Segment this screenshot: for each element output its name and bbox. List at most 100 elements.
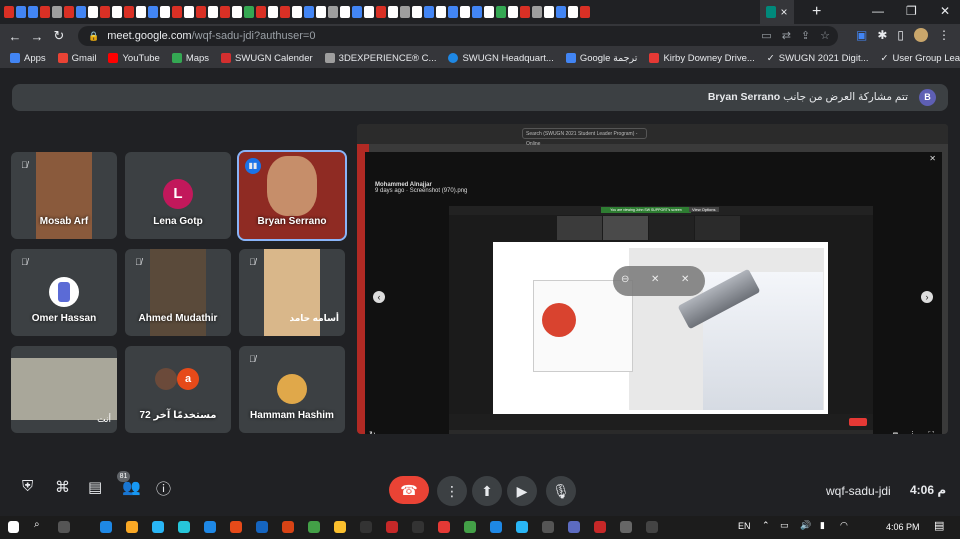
participant-tile-self[interactable]: أنت xyxy=(11,346,117,433)
app-icon[interactable] xyxy=(542,521,554,533)
tab-favicon[interactable] xyxy=(256,6,266,18)
app-icon[interactable] xyxy=(412,521,424,533)
camera-permission-icon[interactable]: ▭ xyxy=(761,29,771,42)
bookmark-user-group[interactable]: ✓User Group Leader... xyxy=(881,53,960,64)
tab-favicon[interactable] xyxy=(208,6,218,18)
activities-icon[interactable]: ⌘ xyxy=(55,478,70,496)
tab-favicon[interactable] xyxy=(196,6,206,18)
extension-icon[interactable]: ▣ xyxy=(856,28,867,42)
system-clock[interactable]: 4:06 PM xyxy=(886,522,920,532)
tab-favicon[interactable] xyxy=(172,6,182,18)
mic-off-icon[interactable]: ✕ xyxy=(651,274,659,285)
app-icon[interactable] xyxy=(490,521,502,533)
language-indicator[interactable]: EN xyxy=(738,521,751,531)
tab-favicon[interactable] xyxy=(244,6,254,18)
tab-favicon[interactable] xyxy=(448,6,458,18)
minimize-icon[interactable]: — xyxy=(872,4,884,18)
back-icon[interactable]: ← xyxy=(4,29,26,44)
tab-favicon[interactable] xyxy=(280,6,290,18)
tab-favicon[interactable] xyxy=(304,6,314,18)
tab-favicon[interactable] xyxy=(64,6,74,18)
solidworks-icon[interactable] xyxy=(386,521,398,533)
camera-icon[interactable]: ◙ xyxy=(893,430,898,434)
tab-favicon[interactable] xyxy=(436,6,446,18)
edge-icon[interactable] xyxy=(100,521,112,533)
bookmark-swugn-2021[interactable]: ✓ SWUGN 2021 Digit... xyxy=(767,53,869,64)
zoom-app-icon[interactable] xyxy=(204,521,216,533)
bookmark-apps[interactable]: Apps xyxy=(10,53,46,64)
search-icon[interactable]: ⌕ xyxy=(34,519,46,531)
volume-icon[interactable]: 🔊 xyxy=(800,520,811,531)
tab-favicon[interactable] xyxy=(412,6,422,18)
tab-favicon[interactable] xyxy=(316,6,326,18)
tab-favicon[interactable] xyxy=(520,6,530,18)
tab-favicon[interactable] xyxy=(220,6,230,18)
tab-favicon[interactable] xyxy=(460,6,470,18)
new-tab-button[interactable]: + xyxy=(812,3,821,21)
leave-call-button[interactable]: ☎ xyxy=(389,476,429,504)
chrome-icon[interactable] xyxy=(308,521,320,533)
shared-screen[interactable]: Search (SWUGN 2021 Student Leader Progra… xyxy=(357,124,948,434)
participant-tile[interactable]: 🎙̸ Mosab Arf xyxy=(11,152,117,239)
tab-favicon[interactable] xyxy=(544,6,554,18)
discord-icon[interactable] xyxy=(568,521,580,533)
tab-favicon[interactable] xyxy=(580,6,590,18)
bookmark-kirby[interactable]: Kirby Downey Drive... xyxy=(649,53,755,64)
tab-favicon[interactable] xyxy=(160,6,170,18)
battery-icon[interactable]: ▮ xyxy=(820,520,825,531)
tab-favicon[interactable] xyxy=(148,6,158,18)
bookmark-youtube[interactable]: YouTube xyxy=(108,53,160,64)
extensions-puzzle-icon[interactable]: ✱ xyxy=(877,28,887,42)
participant-tile[interactable]: L Lena Gotp xyxy=(125,152,231,239)
powerpoint-icon[interactable] xyxy=(230,521,242,533)
tab-favicon[interactable] xyxy=(484,6,494,18)
tab-favicon[interactable] xyxy=(532,6,542,18)
tab-favicon[interactable] xyxy=(4,6,14,18)
tab-favicons[interactable] xyxy=(0,0,760,24)
participant-tile-speaking[interactable]: ▮▮ Bryan Serrano xyxy=(237,150,347,241)
prev-arrow-icon[interactable]: ‹ xyxy=(373,291,385,303)
tab-favicon[interactable] xyxy=(364,6,374,18)
tab-favicon[interactable] xyxy=(124,6,134,18)
info-icon[interactable]: ⓘ xyxy=(156,478,171,499)
wifi-icon[interactable]: ◠ xyxy=(840,520,848,531)
profile-avatar[interactable] xyxy=(914,28,928,42)
tab-favicon[interactable] xyxy=(388,6,398,18)
bookmark-maps[interactable]: Maps xyxy=(171,53,209,64)
tab-favicon[interactable] xyxy=(556,6,566,18)
tab-favicon[interactable] xyxy=(424,6,434,18)
tray-chevron-icon[interactable]: ⌃ xyxy=(762,520,770,531)
participant-tile[interactable]: 🎙̸ Hammam Hashim xyxy=(239,346,345,433)
notifications-icon[interactable]: ▤ xyxy=(934,519,944,532)
restore-icon[interactable]: ❐ xyxy=(906,4,917,18)
host-controls-icon[interactable]: ⛨ xyxy=(22,478,33,495)
tab-favicon[interactable] xyxy=(292,6,302,18)
zoom-leave-button[interactable] xyxy=(849,418,867,426)
app-icon[interactable] xyxy=(360,521,372,533)
view-options-button[interactable]: View Options xyxy=(689,207,719,212)
tab-favicon[interactable] xyxy=(472,6,482,18)
bookmark-gmail[interactable]: Gmail xyxy=(57,53,96,64)
tab-favicon[interactable] xyxy=(88,6,98,18)
bookmark-swugn-calender[interactable]: SWUGN Calender xyxy=(221,53,313,64)
tab-favicon[interactable] xyxy=(400,6,410,18)
participant-tile[interactable]: 🎙̸ Ahmed Mudathir xyxy=(125,249,231,336)
tab-favicon[interactable] xyxy=(184,6,194,18)
tab-favicon[interactable] xyxy=(136,6,146,18)
more-options-button[interactable]: ⋮ xyxy=(437,476,467,506)
forward-icon[interactable]: → xyxy=(26,29,48,44)
settings-icon[interactable] xyxy=(620,521,632,533)
bookmark-3dexperience[interactable]: 3DEXPERIENCE® C... xyxy=(324,53,436,64)
security-icon[interactable] xyxy=(646,521,658,533)
chrome-active-icon[interactable] xyxy=(438,521,450,533)
rotate-icon[interactable]: ↻ xyxy=(369,430,376,434)
store-icon[interactable] xyxy=(178,521,190,533)
acrobat-icon[interactable] xyxy=(594,521,606,533)
participant-tile-others[interactable]: a 72 مستخدمًا آخر xyxy=(125,346,231,433)
mic-toggle-button[interactable]: 🎙 xyxy=(546,476,576,506)
telegram-icon[interactable] xyxy=(152,521,164,533)
tab-favicon[interactable] xyxy=(16,6,26,18)
reload-icon[interactable]: ↻ xyxy=(48,28,70,44)
tab-favicon[interactable] xyxy=(508,6,518,18)
app-icon[interactable] xyxy=(516,521,528,533)
